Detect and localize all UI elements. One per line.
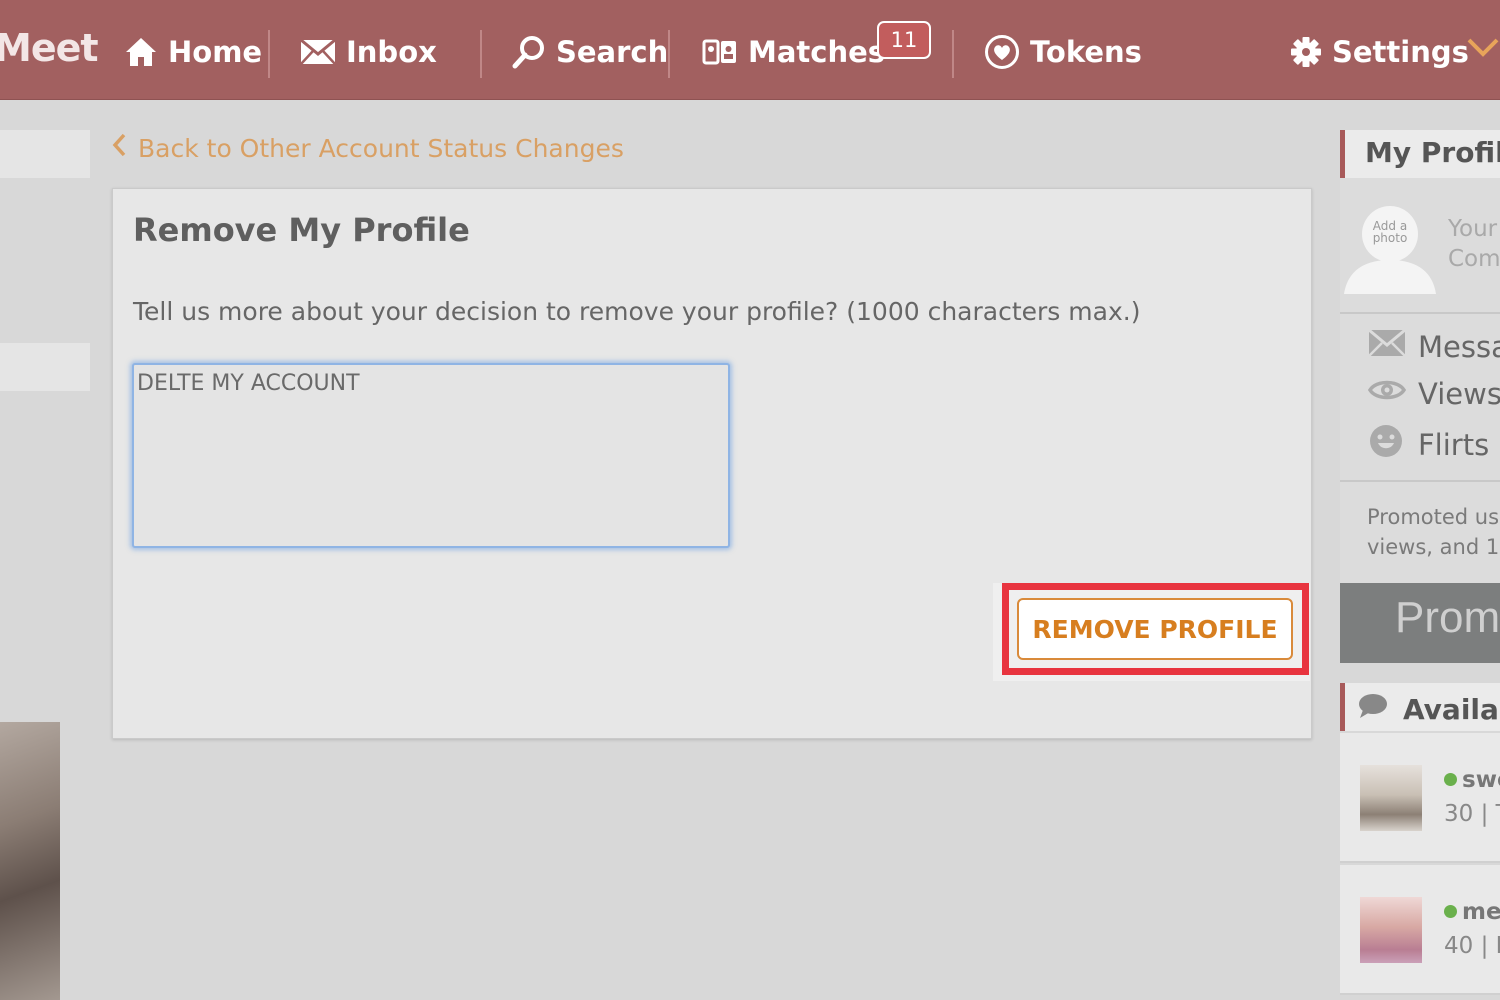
reason-prompt: Tell us more about your decision to remo… <box>133 297 1141 326</box>
reason-textarea[interactable]: DELTE MY ACCOUNT <box>132 363 730 548</box>
nav-search[interactable]: Search <box>512 28 668 76</box>
nav-home[interactable]: Home <box>124 28 262 76</box>
user-meta: 40 | P <box>1444 933 1500 959</box>
matches-count-badge: 11 <box>877 21 931 59</box>
left-user-photo[interactable] <box>0 722 60 1000</box>
smiley-icon <box>1368 424 1406 465</box>
envelope-icon <box>1368 328 1406 365</box>
user-name: swe <box>1462 767 1500 793</box>
left-panel-block <box>0 343 90 391</box>
add-photo-label: Add a photo <box>1372 219 1408 245</box>
page: Meet Home Inbox Search Matches 11 Tokens… <box>0 0 1500 1000</box>
user-meta: 30 | T <box>1444 801 1500 827</box>
nav-home-label: Home <box>168 35 263 69</box>
avatar-silhouette-icon <box>1340 196 1438 294</box>
available-heading-label: Availab <box>1403 692 1500 726</box>
chevron-left-icon <box>112 133 126 163</box>
profile-prompt-text: Comp <box>1448 246 1500 272</box>
home-icon <box>124 36 158 68</box>
nav-search-label: Search <box>556 35 669 69</box>
add-photo-placeholder[interactable]: Add a photo <box>1340 196 1438 294</box>
promo-description: Promoted use <box>1367 505 1500 529</box>
left-panel-block <box>0 130 90 178</box>
top-nav-bar: Meet Home Inbox Search Matches 11 Tokens… <box>0 0 1500 100</box>
promote-button[interactable]: Prom <box>1340 583 1500 663</box>
eye-icon <box>1367 375 1407 412</box>
flirts-stat[interactable]: Flirts <box>1368 424 1489 465</box>
nav-tokens-label: Tokens <box>1030 35 1142 69</box>
page-title: Remove My Profile <box>133 211 470 249</box>
nav-divider <box>268 30 270 78</box>
my-profile-heading: My Profile <box>1340 130 1500 178</box>
nav-matches-label: Matches <box>748 35 886 69</box>
search-icon <box>512 35 546 69</box>
views-stat-label: Views <box>1418 376 1500 411</box>
chat-bubble-icon <box>1357 692 1389 727</box>
nav-matches[interactable]: Matches <box>702 28 885 76</box>
user-name: mes <box>1462 899 1500 925</box>
user-thumbnail <box>1360 765 1422 831</box>
matches-icon <box>702 37 738 67</box>
flirts-stat-label: Flirts <box>1418 427 1490 462</box>
promo-description: views, and 10 <box>1367 535 1500 559</box>
remove-profile-card: Remove My Profile Tell us more about you… <box>112 188 1312 739</box>
online-status-dot <box>1444 905 1457 918</box>
user-thumbnail <box>1360 897 1422 963</box>
remove-profile-button[interactable]: REMOVE PROFILE <box>1017 598 1293 660</box>
nav-inbox[interactable]: Inbox <box>300 28 437 76</box>
profile-prompt-text: Your <box>1448 216 1498 242</box>
chevron-down-icon[interactable] <box>1466 36 1500 64</box>
nav-divider <box>668 30 670 78</box>
gear-icon <box>1290 36 1322 68</box>
nav-divider <box>480 30 482 78</box>
nav-divider <box>952 30 954 78</box>
nav-tokens[interactable]: Tokens <box>984 28 1142 76</box>
envelope-icon <box>300 38 336 66</box>
available-user-card[interactable]: mes 40 | P <box>1340 865 1500 995</box>
right-sidebar: My Profile Add a photo Your Comp Messa V… <box>1340 130 1500 1000</box>
messages-stat-label: Messa <box>1418 329 1500 364</box>
nav-inbox-label: Inbox <box>346 35 437 69</box>
brand-logo[interactable]: Meet <box>0 26 99 70</box>
available-heading: Availab <box>1340 683 1500 731</box>
messages-stat[interactable]: Messa <box>1368 328 1500 365</box>
back-to-status-changes-link[interactable]: Back to Other Account Status Changes <box>112 133 624 163</box>
back-link-label: Back to Other Account Status Changes <box>138 133 624 163</box>
available-user-card[interactable]: swe 30 | T <box>1340 733 1500 863</box>
nav-settings[interactable]: Settings <box>1290 28 1469 76</box>
online-status-dot <box>1444 773 1457 786</box>
views-stat[interactable]: Views <box>1367 375 1500 412</box>
nav-settings-label: Settings <box>1332 35 1469 69</box>
heart-token-icon <box>984 34 1020 70</box>
